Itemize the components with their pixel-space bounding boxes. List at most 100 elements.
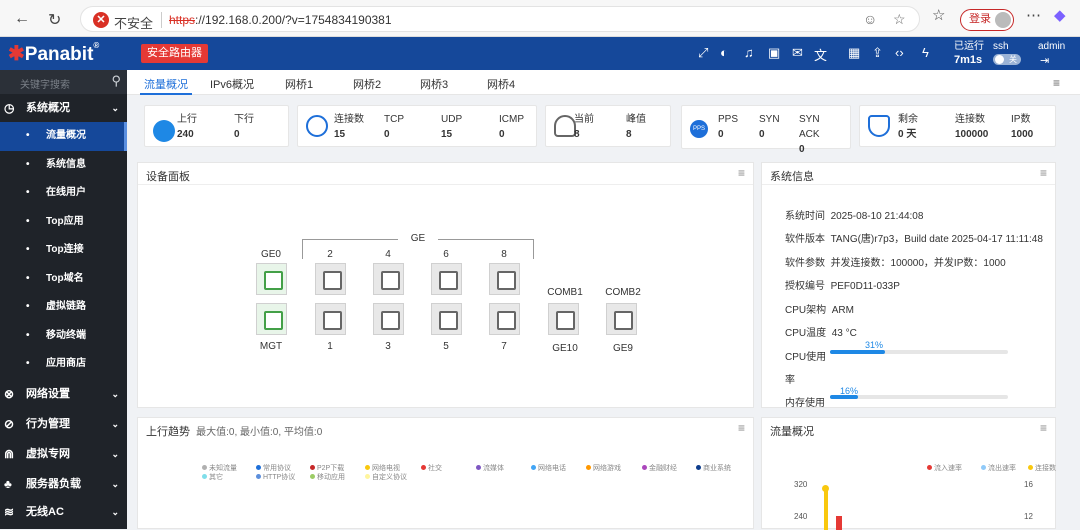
port-6[interactable] (431, 263, 462, 295)
legend-item[interactable]: 移动应用 (310, 472, 345, 482)
chevron-down-icon: ⌄ (111, 388, 119, 399)
ssh-toggle[interactable]: 关 (993, 54, 1021, 65)
left-axis-tick: 240 (794, 512, 808, 521)
tab-bridge2[interactable]: 网桥2 (353, 76, 381, 92)
flow-title: 流量概况 (770, 426, 814, 438)
sidebar-item-app-store[interactable]: 应用商店 (0, 350, 127, 379)
sidebar-item-traffic[interactable]: 流量概况 (0, 122, 127, 151)
port-3[interactable] (373, 303, 404, 335)
tab-bridge3[interactable]: 网桥3 (420, 76, 448, 92)
translate-icon[interactable]: 文 (814, 45, 827, 64)
panel-menu-icon[interactable]: ≡ (1040, 166, 1047, 180)
copilot-icon[interactable]: ◆ (1054, 6, 1066, 24)
license-conn: 连接数 100000 (955, 114, 989, 140)
sidebar-search[interactable]: 关键字搜索 ⚲ (0, 70, 127, 94)
sidebar-group-network[interactable]: ⊗ 网络设置 ⌄ (0, 379, 127, 409)
main-content: 流量概况 IPv6概况 网桥1 网桥2 网桥3 网桥4 ≡ 上行 240 下行 0 … (127, 70, 1080, 530)
tab-ipv6[interactable]: IPv6概况 (210, 76, 254, 92)
vpn-icon: ⋒ (4, 446, 15, 461)
layout-icon[interactable]: ▦ (848, 45, 860, 61)
back-icon[interactable]: ← (14, 10, 30, 28)
chevron-down-icon: ⌄ (111, 478, 119, 489)
bell-icon[interactable]: ♫ (744, 45, 754, 60)
palette-icon[interactable]: ◐ (720, 45, 728, 60)
panel-menu-icon[interactable]: ≡ (1040, 421, 1047, 435)
tab-traffic[interactable]: 流量概况 (140, 76, 192, 95)
stat-traffic: 上行 240 下行 0 (144, 105, 289, 147)
sidebar-item-top-apps[interactable]: Top应用 (0, 208, 127, 237)
user-name[interactable]: admin (1038, 40, 1065, 53)
port-5[interactable] (431, 303, 462, 335)
tab-bridge4[interactable]: 网桥4 (487, 76, 515, 92)
legend-item[interactable]: 连接数 (1028, 463, 1056, 473)
legend-item[interactable]: 社交 (421, 463, 442, 473)
message-icon[interactable]: ▣ (768, 45, 780, 61)
port-label: 1 (327, 341, 333, 352)
port-8[interactable] (489, 263, 520, 295)
legend-item[interactable]: HTTP协议 (256, 472, 295, 482)
panel-menu-icon[interactable]: ≡ (738, 166, 745, 180)
secure-router-badge[interactable]: 安全路由器 (141, 44, 208, 63)
sidebar-item-online-users[interactable]: 在线用户 (0, 179, 127, 208)
device-panel: 设备面板 ≡ GE GE0 2 4 6 8 MGT 1 3 5 7 COMB1 C… (137, 162, 754, 408)
tcp-stat: TCP 0 (384, 114, 404, 140)
port-1[interactable] (315, 303, 346, 335)
upload-icon[interactable]: ⇪ (872, 45, 883, 61)
legend-item[interactable]: 网络电话 (531, 463, 566, 473)
reload-icon[interactable]: ↻ (48, 10, 61, 30)
sysinfo-row: 授权编号 PEF0D11-033P (785, 281, 900, 292)
port-label: GE0 (260, 249, 281, 260)
legend-item[interactable]: 商业系统 (696, 463, 731, 473)
port-4[interactable] (373, 263, 404, 295)
sidebar-item-top-conn[interactable]: Top连接 (0, 236, 127, 265)
legend-item[interactable]: 自定义协议 (365, 472, 407, 482)
legend-item[interactable]: 流入速率 (927, 463, 962, 473)
behavior-icon: ⊘ (4, 416, 15, 431)
port-mgt[interactable] (256, 303, 287, 335)
pps-stat: PPS 0 (718, 114, 739, 140)
sidebar-group-wireless[interactable]: ≋ 无线AC ⌄ (0, 499, 127, 521)
feedback-icon[interactable]: ✉ (792, 45, 803, 61)
menu-icon[interactable]: ≡ (1053, 76, 1060, 90)
favorites-icon[interactable]: ☆ (932, 6, 945, 24)
port-7[interactable] (489, 303, 520, 335)
reader-icon[interactable]: ☺ (863, 11, 877, 27)
login-button[interactable]: 登录 (960, 9, 1014, 31)
power-icon[interactable]: ϟ (922, 45, 929, 60)
system-info-panel: 系统信息 ≡ 系统时间 2025-08-10 21:44:08 软件版本 TANG… (761, 162, 1056, 409)
legend-item[interactable]: 金融财经 (642, 463, 677, 473)
sidebar-item-mobile[interactable]: 移动终端 (0, 322, 127, 351)
port-label: 3 (385, 341, 391, 352)
sidebar-group-overview[interactable]: ◷ 系统概况 ⌄ (0, 94, 127, 122)
port-ge0[interactable] (256, 263, 287, 295)
address-bar[interactable]: ✕ 不安全 https://192.168.0.200/?v=175483419… (80, 6, 920, 32)
port-ge9[interactable] (606, 303, 637, 335)
port-2[interactable] (315, 263, 346, 295)
user-icon (554, 115, 576, 137)
logout-icon[interactable]: ⇥ (1040, 55, 1049, 68)
port-ge10[interactable] (548, 303, 579, 335)
sysinfo-row: 系统时间 2025-08-10 21:44:08 (785, 211, 924, 222)
search-icon[interactable]: ⚲ (111, 73, 121, 89)
port-label: 7 (501, 341, 507, 352)
legend-item[interactable]: 网络游戏 (586, 463, 621, 473)
sidebar-group-behavior[interactable]: ⊘ 行为管理 ⌄ (0, 409, 127, 439)
url-text[interactable]: https://192.168.0.200/?v=1754834190381 (169, 13, 392, 27)
code-icon[interactable]: ‹› (895, 45, 904, 60)
comb-label: COMB1 (547, 287, 583, 298)
favorite-star-icon[interactable]: ☆ (893, 11, 906, 28)
more-icon[interactable]: ⋯ (1026, 6, 1041, 24)
fullscreen-icon[interactable]: ⤢ (698, 45, 708, 61)
panel-menu-icon[interactable]: ≡ (738, 421, 745, 435)
legend-item[interactable]: 流出速率 (981, 463, 1016, 473)
sidebar-item-top-domain[interactable]: Top域名 (0, 265, 127, 294)
sidebar-group-vpn[interactable]: ⋒ 虚拟专网 ⌄ (0, 439, 127, 469)
sidebar-group-load-balance[interactable]: ♣ 服务器负载 ⌄ (0, 469, 127, 499)
sysinfo-row: CPU温度 43 °C (785, 328, 857, 339)
legend-item[interactable]: 其它 (202, 472, 223, 482)
sidebar-item-sysinfo[interactable]: 系统信息 (0, 151, 127, 180)
sidebar-item-virtual-link[interactable]: 虚拟链路 (0, 293, 127, 322)
divider (161, 12, 162, 28)
legend-item[interactable]: 流媒体 (476, 463, 504, 473)
tab-bridge1[interactable]: 网桥1 (285, 76, 313, 92)
